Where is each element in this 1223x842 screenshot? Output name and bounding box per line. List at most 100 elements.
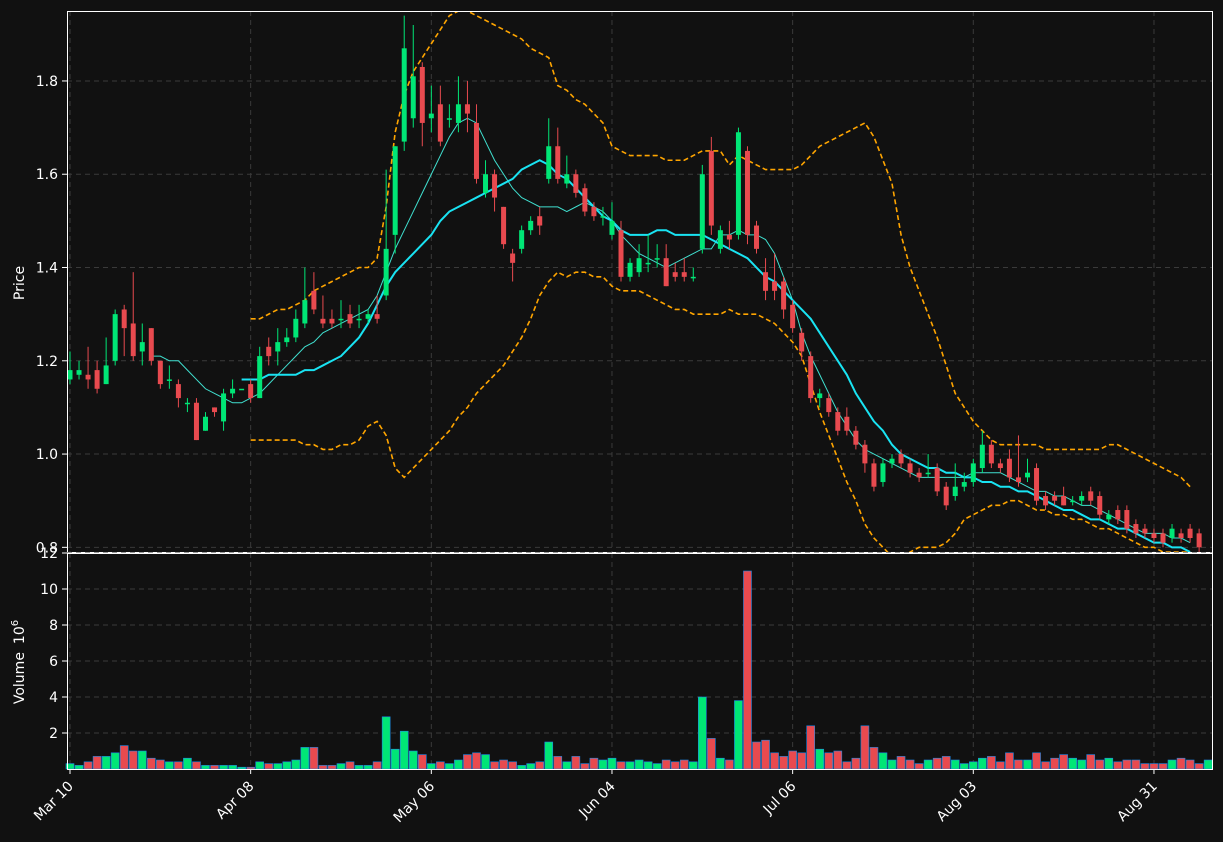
candle-body [1015, 477, 1021, 483]
candle [193, 398, 199, 441]
candle-body [636, 258, 642, 273]
candle-body [528, 220, 534, 231]
volume-bar [652, 763, 662, 770]
candle-body [754, 225, 760, 249]
volume-bar [219, 765, 228, 770]
volume-y-tick-label: 8 [49, 618, 58, 634]
volume-bar [815, 748, 825, 770]
candle-body [690, 276, 696, 279]
candle-body [184, 402, 190, 405]
candle-body [808, 356, 814, 399]
volume-bar [1185, 759, 1195, 770]
volume-bar [833, 750, 843, 770]
volume-bar [490, 761, 499, 770]
candle-body [248, 384, 254, 399]
candle-body [1142, 528, 1148, 534]
volume-axis-label-text: Volume [12, 652, 28, 704]
volume-bar [183, 757, 192, 770]
volume-bar [688, 761, 698, 770]
volume-bar [92, 756, 102, 770]
candle-body [925, 472, 931, 475]
candle-body [365, 314, 371, 319]
volume-bar [544, 741, 554, 770]
volume-bar [463, 754, 472, 770]
candle-body [907, 463, 913, 473]
price-y-tick-label: 1.8 [36, 74, 58, 90]
candle-body [961, 482, 967, 487]
volume-bar [74, 765, 84, 770]
candle-body [483, 174, 489, 193]
candle-body [202, 416, 208, 431]
candle-body [94, 370, 100, 389]
candle-body [1124, 510, 1130, 529]
candle-body [898, 454, 904, 464]
volume-bar [824, 752, 834, 770]
candle-body [166, 379, 172, 381]
candle-body [790, 304, 796, 329]
candle-body [157, 360, 163, 385]
volume-bar [1149, 763, 1159, 770]
volume-bar [878, 752, 888, 770]
candle-body [817, 393, 823, 399]
volume-bar [869, 747, 879, 770]
candle [501, 206, 507, 249]
candle-body [1133, 524, 1139, 534]
candle-body [1169, 528, 1175, 539]
candle-body [1097, 496, 1103, 515]
volume-bar [327, 765, 337, 770]
candle-body [1034, 468, 1040, 501]
volume-bar [246, 766, 255, 770]
candle [934, 463, 940, 497]
volume-bar [363, 765, 373, 770]
candle-body [573, 174, 579, 193]
candle [871, 458, 877, 492]
volume-y-tick-label: 12 [40, 546, 58, 562]
candle-body [609, 220, 615, 235]
volume-bar [1041, 761, 1050, 770]
candle-body [781, 281, 787, 310]
volume-bar [752, 741, 761, 770]
candle [148, 328, 154, 366]
volume-bar [427, 763, 436, 770]
volume-bar [607, 757, 617, 770]
volume-bar [454, 759, 463, 770]
candle [582, 183, 588, 217]
candle-body [67, 370, 73, 380]
volume-bar [1203, 759, 1213, 770]
candle-body [257, 356, 263, 399]
candle-body [311, 290, 317, 310]
candle [735, 127, 741, 240]
chart-canvas: 0.81.01.21.41.61.8 Price 24681012 Volume… [0, 0, 1223, 842]
volume-axis-label: Volume 106 [10, 620, 28, 704]
candle [808, 351, 814, 403]
candle [754, 220, 760, 254]
volume-bar [472, 752, 481, 770]
candle-body [130, 323, 136, 357]
volume-bar [1032, 752, 1041, 770]
volume-bar [390, 748, 400, 770]
candle-body [139, 342, 145, 352]
candle-body [293, 318, 299, 338]
candle-body [717, 230, 723, 249]
candle-body [546, 146, 552, 179]
candle-body [564, 174, 570, 184]
candle-body [997, 463, 1003, 469]
volume-bar [499, 759, 508, 770]
candle-body [1043, 496, 1049, 506]
volume-bar [1104, 757, 1114, 770]
candle-body [1070, 500, 1076, 503]
candle-body [1196, 533, 1202, 548]
candle-body [916, 472, 922, 478]
candle-body [1088, 491, 1094, 501]
candle-body [392, 146, 398, 235]
volume-bar [264, 763, 274, 770]
candle-body [428, 113, 434, 119]
candle-body [853, 430, 859, 445]
volume-y-tick-label: 10 [40, 582, 58, 598]
volume-bar [1014, 759, 1023, 770]
candle-body [1079, 496, 1085, 501]
volume-bar [987, 756, 996, 770]
volume-bar [959, 763, 969, 770]
candle-body [302, 300, 308, 324]
price-y-tick-label: 1.4 [36, 261, 58, 277]
